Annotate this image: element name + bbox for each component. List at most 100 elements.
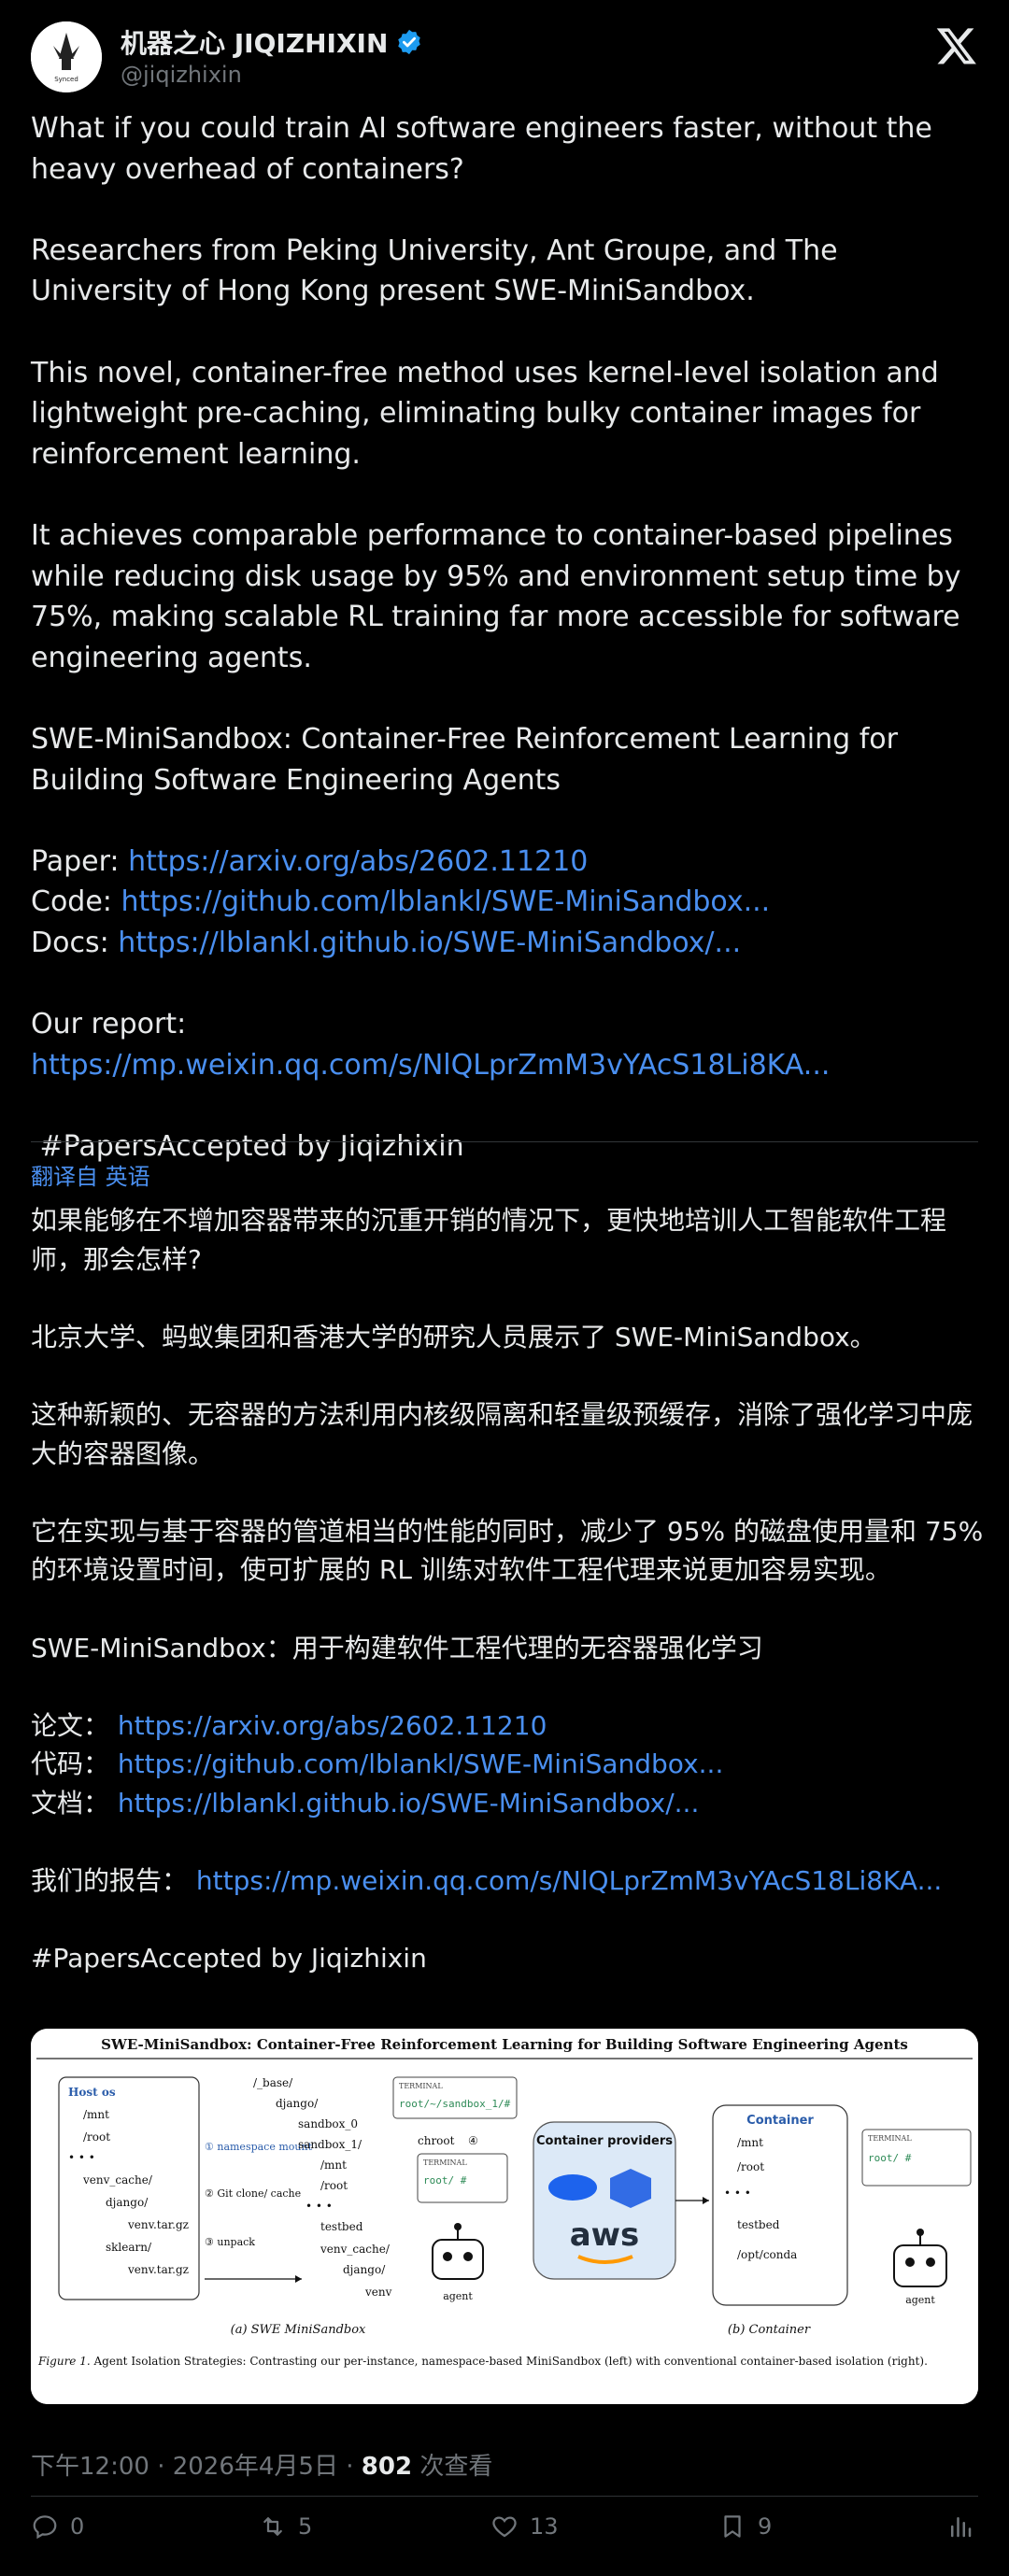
agent-label: agent	[443, 2290, 473, 2302]
dir-django: django/	[343, 2263, 386, 2276]
analytics-button[interactable]	[946, 2512, 986, 2541]
bookmark-count: 9	[758, 2513, 773, 2540]
translation-links: 论文： https://arxiv.org/abs/2602.11210 代码：…	[31, 1706, 984, 1823]
reply-count: 0	[70, 2513, 85, 2540]
like-count: 13	[530, 2513, 559, 2540]
bookmark-button[interactable]: 9	[718, 2512, 772, 2541]
file-venv-tar: venv.tar.gz	[127, 2218, 189, 2231]
report-label: 我们的报告：	[31, 1865, 196, 1897]
view-count: 802	[361, 2453, 413, 2481]
post-time[interactable]: 下午12:00 · 2026年4月5日 ·	[31, 2453, 362, 2481]
author-name-text: 机器之心 JIQIZHIXIN	[121, 28, 389, 59]
author-name[interactable]: 机器之心 JIQIZHIXIN	[121, 23, 423, 61]
paper-title: SWE-MiniSandbox: Container-Free Reinforc…	[31, 722, 907, 797]
caption-a: (a) SWE MiniSandbox	[231, 2323, 366, 2337]
author-handle[interactable]: @jiqizhixin	[121, 62, 242, 88]
translation-paragraph: 这种新颖的、无容器的方法利用内核级隔离和轻量级预缓存，消除了强化学习中庞大的容器…	[31, 1398, 973, 1469]
like-button[interactable]: 13	[490, 2512, 559, 2541]
dir-sklearn: sklearn/	[106, 2241, 152, 2254]
dots: • • •	[306, 2200, 333, 2213]
paper-label: Paper:	[31, 844, 129, 878]
avatar-logo-icon: Synced	[31, 21, 102, 92]
links-block: Paper: https://arxiv.org/abs/2602.11210 …	[31, 842, 984, 964]
translation-report-line: 我们的报告： https://mp.weixin.qq.com/s/NlQLpr…	[31, 1861, 984, 1901]
views-label: 次查看	[412, 2453, 493, 2481]
code-label: 代码：	[31, 1748, 118, 1780]
post-paragraph: What if you could train AI software engi…	[31, 112, 942, 186]
repost-button[interactable]: 5	[259, 2512, 312, 2541]
divider	[31, 2496, 978, 2497]
post-body: What if you could train AI software engi…	[31, 108, 984, 1208]
analytics-icon	[951, 2517, 972, 2538]
docs-label: Docs:	[31, 926, 119, 959]
translation-paragraph: 它在实现与基于容器的管道相当的性能的同时，减少了 95% 的磁盘使用量和 75%…	[31, 1515, 992, 1586]
avatar[interactable]: Synced	[31, 21, 102, 92]
post-paragraph: Researchers from Peking University, Ant …	[31, 234, 847, 308]
svg-text:Synced: Synced	[54, 76, 78, 83]
paper-link[interactable]: https://arxiv.org/abs/2602.11210	[118, 1710, 547, 1741]
translation-title: SWE-MiniSandbox：用于构建软件工程代理的无容器强化学习	[31, 1632, 763, 1663]
post-paragraph: This novel, container-free method uses k…	[31, 356, 948, 471]
terminal-prompt: root/ #	[868, 2152, 912, 2164]
dir-root: /root	[737, 2160, 764, 2173]
dots: • • •	[68, 2151, 95, 2164]
file-venv-tar: venv.tar.gz	[127, 2263, 189, 2276]
terminal-prompt: root/~/sandbox_1/#	[399, 2098, 511, 2110]
step-1: ① namespace mount	[205, 2141, 313, 2153]
dir-django: django/	[106, 2196, 149, 2209]
translation-body: 如果能够在不增加容器带来的沉重开销的情况下，更快地培训人工智能软件工程师，那会怎…	[31, 1201, 984, 2017]
host-os-label: Host os	[68, 2086, 116, 2099]
dir-venv: venv	[364, 2286, 392, 2299]
container-label: Container	[746, 2114, 814, 2128]
paper-label: 论文：	[31, 1709, 118, 1741]
verified-badge-icon	[398, 29, 421, 55]
chroot-label: chroot	[418, 2134, 455, 2147]
paper-link[interactable]: https://arxiv.org/abs/2602.11210	[128, 845, 588, 878]
aws-logo: aws	[570, 2216, 640, 2254]
reply-icon	[33, 2515, 57, 2540]
code-link[interactable]: https://github.com/lblankl/SWE-MiniSandb…	[121, 885, 770, 918]
translated-from-label[interactable]: 翻译自 英语	[31, 1158, 150, 1191]
dir-opt-conda: /opt/conda	[737, 2248, 797, 2261]
dots: • • •	[724, 2187, 751, 2200]
report-link[interactable]: https://mp.weixin.qq.com/s/NlQLprZmM3vYA…	[31, 1049, 830, 1082]
dir-venv-cache: venv_cache/	[82, 2173, 153, 2187]
bookmark-icon	[724, 2515, 741, 2538]
hashtag-line[interactable]: #PapersAccepted by Jiqizhixin	[31, 1126, 984, 1168]
dir-root: /root	[320, 2179, 348, 2192]
dir-testbed: testbed	[320, 2220, 363, 2233]
repost-count: 5	[298, 2513, 313, 2540]
x-logo-icon[interactable]	[935, 24, 978, 67]
terminal-label: TERMINAL	[399, 2082, 443, 2090]
reply-button[interactable]: 0	[31, 2512, 84, 2541]
action-bar: 0 5 13 9	[31, 2512, 978, 2559]
post-image[interactable]: SWE-MiniSandbox: Container-Free Reinforc…	[31, 2029, 978, 2404]
dir-mnt: /mnt	[320, 2158, 347, 2172]
post-paragraph: It achieves comparable performance to co…	[31, 518, 971, 674]
report-link[interactable]: https://mp.weixin.qq.com/s/NlQLprZmM3vYA…	[196, 1865, 942, 1896]
translation-hashtag[interactable]: #PapersAccepted by Jiqizhixin	[31, 1939, 984, 1978]
docs-link[interactable]: https://lblankl.github.io/SWE-MiniSandbo…	[118, 927, 741, 959]
caption-b: (b) Container	[728, 2323, 811, 2337]
report-label: Our report:	[31, 1008, 195, 1041]
translation-paragraph: 北京大学、蚂蚁集团和香港大学的研究人员展示了 SWE-MiniSandbox。	[31, 1321, 876, 1352]
terminal-prompt: root/ #	[423, 2174, 467, 2187]
dir-sandbox-1: sandbox_1/	[298, 2138, 362, 2151]
dir-mnt: /mnt	[83, 2108, 109, 2121]
post-meta: 下午12:00 · 2026年4月5日 · 802 次查看	[31, 2447, 492, 2482]
code-label: Code:	[31, 885, 121, 919]
code-link[interactable]: https://github.com/lblankl/SWE-MiniSandb…	[118, 1748, 723, 1779]
dir-sandbox-0: sandbox_0	[298, 2117, 358, 2130]
repost-icon	[263, 2517, 282, 2536]
dir-base: /_base/	[253, 2076, 293, 2089]
divider	[31, 1141, 978, 1142]
step-2: ② Git clone/ cache	[205, 2187, 301, 2200]
figure-title: SWE-MiniSandbox: Container-Free Reinforc…	[101, 2036, 908, 2053]
translation-paragraph: 如果能够在不增加容器带来的沉重开销的情况下，更快地培训人工智能软件工程师，那会怎…	[31, 1205, 947, 1275]
dir-testbed: testbed	[737, 2218, 780, 2231]
post-header: Synced 机器之心 JIQIZHIXIN @jiqizhixin	[31, 19, 978, 93]
figure-diagram: SWE-MiniSandbox: Container-Free Reinforc…	[31, 2029, 978, 2404]
docs-link[interactable]: https://lblankl.github.io/SWE-MiniSandbo…	[118, 1788, 699, 1819]
step-3: ③ unpack	[205, 2236, 255, 2248]
dir-root: /root	[83, 2130, 110, 2144]
